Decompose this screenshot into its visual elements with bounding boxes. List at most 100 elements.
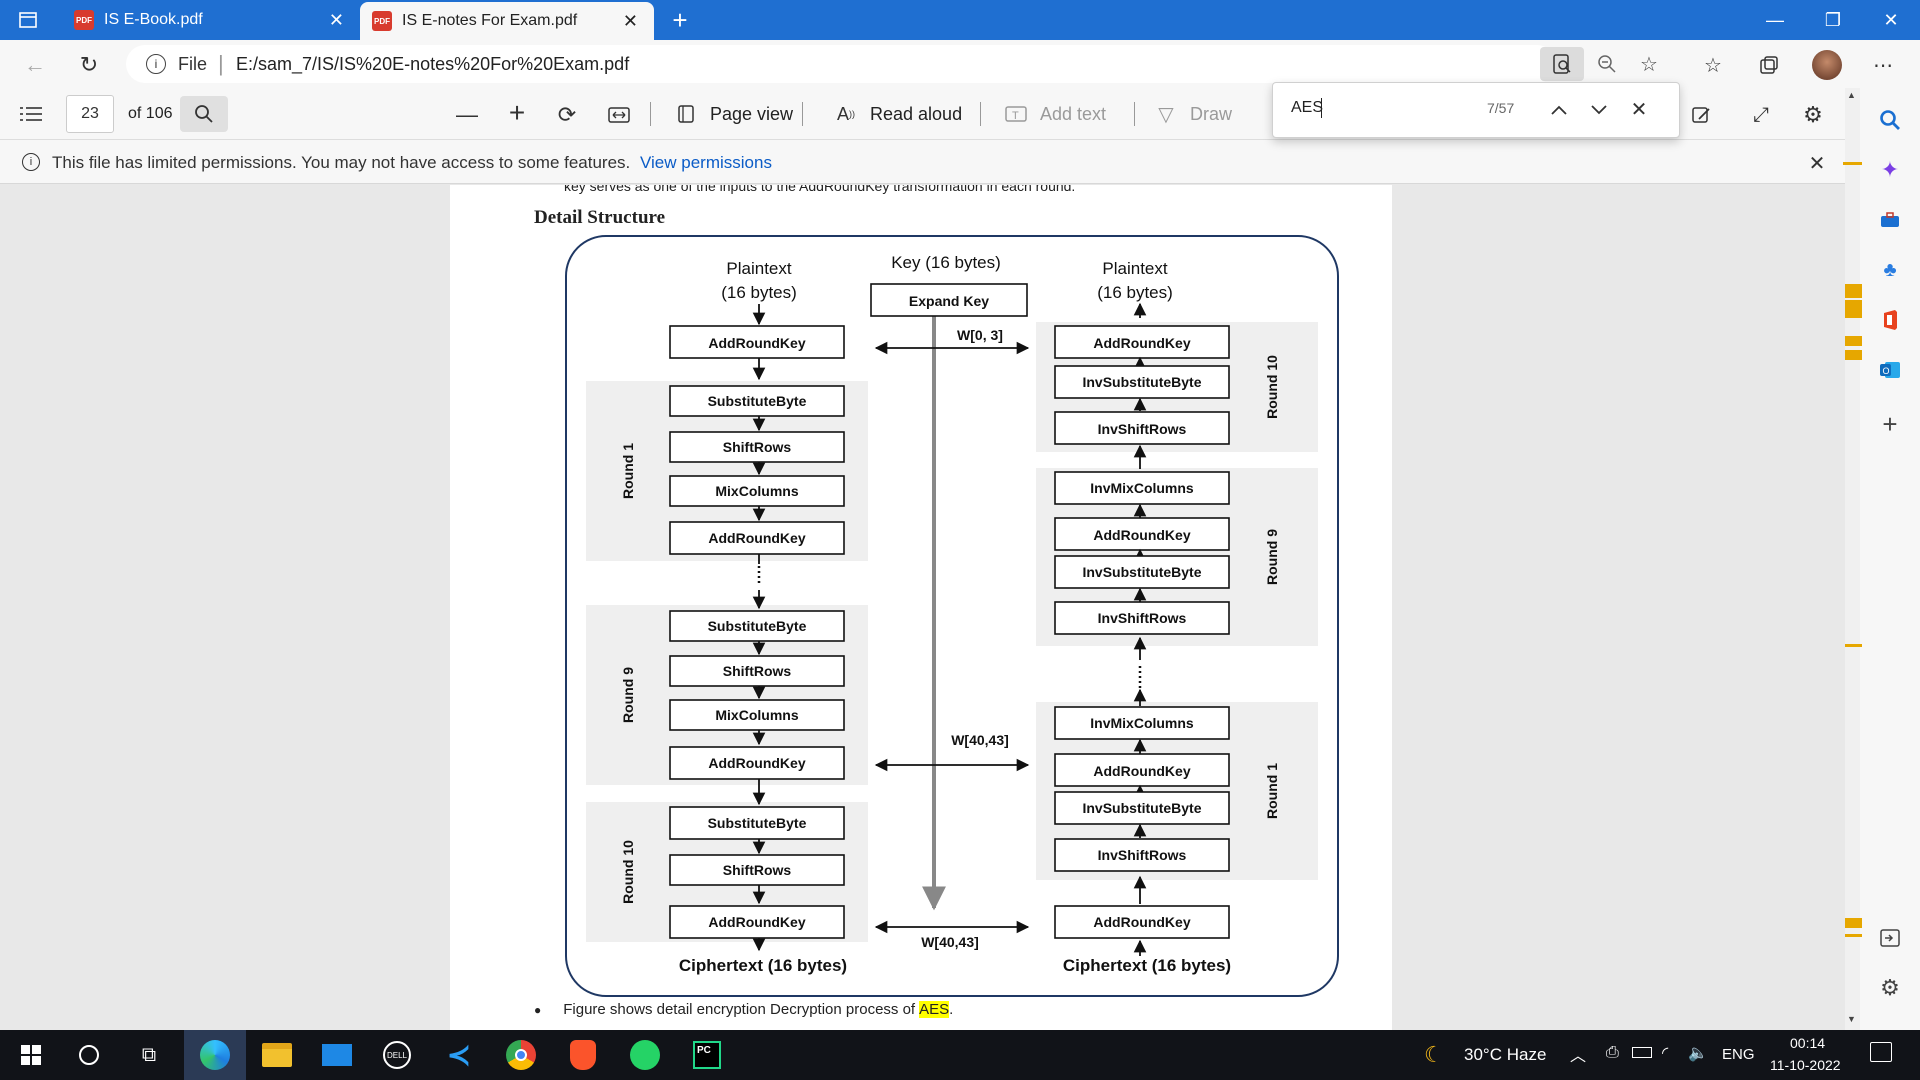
battery-icon[interactable] [1632,1047,1652,1058]
find-in-page-icon[interactable] [1540,47,1584,81]
outlook-icon[interactable]: O [1874,354,1906,386]
brave-icon[interactable] [552,1030,614,1080]
zoom-in-icon[interactable]: + [502,97,532,128]
language-indicator[interactable]: ENG [1722,1046,1755,1063]
office-icon[interactable] [1874,304,1906,336]
dec-r10-step-label: InvShiftRows [1098,421,1187,437]
tab-strip: PDF IS E-Book.pdf ✕ PDF IS E-notes For E… [0,0,1920,40]
enc-r10-step-label: SubstituteByte [708,815,807,831]
hide-sidebar-icon[interactable] [1874,922,1906,954]
page-number-value: 23 [81,105,99,122]
read-aloud-button[interactable]: Read aloud [870,104,962,125]
page-number-input[interactable]: 23 [66,95,114,133]
text-cursor [1321,98,1322,118]
volume-icon[interactable]: 🔈 [1688,1043,1708,1063]
close-tab-icon[interactable]: ✕ [623,11,638,32]
dec-r9-step-label: InvSubstituteByte [1082,564,1201,580]
tab-actions-icon[interactable] [14,8,42,32]
read-aloud-icon[interactable]: A)) [832,100,860,128]
enc-round1-label: Round 1 [620,443,636,499]
enc-round10-label: Round 10 [620,840,636,904]
dec-output-label: Ciphertext (16 bytes) [1063,956,1231,975]
back-icon[interactable]: ← [20,50,50,80]
w-bottom-label: W[40,43] [921,934,979,950]
tab-is-ebook[interactable]: PDF IS E-Book.pdf ✕ [60,0,360,40]
pycharm-icon[interactable]: PC [676,1030,738,1080]
add-text-icon: T [1002,100,1030,128]
network-icon[interactable]: ⎙ [1606,1044,1619,1062]
rotate-icon[interactable]: ⟳ [552,100,582,130]
dec-r10-step-label: AddRoundKey [1093,335,1190,351]
fit-width-icon[interactable] [604,100,634,130]
bullet-line: ● Figure shows detail encryption Decrypt… [534,1001,953,1018]
notifications-icon[interactable] [1870,1042,1892,1062]
search-icon[interactable] [180,96,228,132]
dec-r1-step-label: InvSubstituteByte [1082,800,1201,816]
wifi-icon[interactable]: ◜ [1662,1043,1668,1063]
page-view-button[interactable]: Page view [710,104,793,125]
aes-structure-diagram: Plaintext (16 bytes) Key (16 bytes) Expa… [565,235,1339,997]
settings-icon[interactable]: ⚙ [1874,972,1906,1004]
dec-r1-step-label: InvShiftRows [1098,847,1187,863]
new-tab-icon[interactable]: + [664,5,696,35]
svg-text:T: T [1012,110,1019,122]
clock-date[interactable]: 11-10-2022 [1770,1057,1841,1073]
add-favorite-icon[interactable]: ☆ [1632,49,1666,79]
chrome-icon[interactable] [490,1030,552,1080]
enc-r9-step-label: SubstituteByte [708,618,807,634]
enc-input-label: Plaintext [726,259,791,278]
scrollbar[interactable]: ▲ ▼ [1845,88,1860,1030]
scroll-up-icon[interactable]: ▲ [1847,90,1856,100]
search-circle-icon[interactable] [58,1030,120,1080]
start-icon[interactable] [0,1030,62,1080]
chevron-up-icon[interactable]: ︿ [1570,1042,1586,1066]
zoom-out-icon[interactable]: — [452,100,482,130]
weather-icon: ☾ [1424,1042,1444,1067]
task-view-icon[interactable]: ⧉ [118,1030,180,1080]
add-icon[interactable]: + [1874,408,1906,440]
minimize-icon[interactable]: — [1752,0,1798,40]
collections-icon[interactable] [1752,50,1786,80]
refresh-icon[interactable]: ↻ [74,50,104,80]
settings-icon[interactable]: ⚙ [1798,100,1828,130]
search-icon[interactable] [1874,104,1906,136]
more-icon[interactable]: ⋯ [1868,50,1898,80]
favorites-icon[interactable]: ☆ [1696,50,1730,80]
find-close-icon[interactable]: ✕ [1625,95,1653,123]
find-input[interactable]: AES [1291,99,1323,117]
view-permissions-link[interactable]: View permissions [640,153,772,173]
whatsapp-icon[interactable] [614,1030,676,1080]
find-previous-icon[interactable] [1545,97,1573,123]
games-icon[interactable]: ♣ [1874,254,1906,286]
url-field[interactable]: i File | E:/sam_7/IS/IS%20E-notes%20For%… [126,45,1658,83]
w-top-label: W[0, 3] [957,327,1003,343]
fullscreen-icon[interactable]: ⤢ [1746,100,1776,130]
close-window-icon[interactable]: ✕ [1868,0,1914,40]
scroll-down-icon[interactable]: ▼ [1847,1014,1856,1024]
key-label: Key (16 bytes) [891,253,1001,272]
clock-time[interactable]: 00:14 [1790,1035,1825,1051]
save-as-icon[interactable] [1686,100,1716,130]
dec-r10-step-label: InvSubstituteByte [1082,374,1201,390]
enc-r1-step-label: ShiftRows [723,439,792,455]
find-next-icon[interactable] [1585,97,1613,123]
avatar[interactable] [1812,50,1842,80]
close-icon[interactable]: ✕ [1804,150,1830,176]
close-tab-icon[interactable]: ✕ [329,10,344,31]
permissions-message: This file has limited permissions. You m… [52,153,631,172]
mail-icon[interactable] [306,1030,368,1080]
tab-is-enotes[interactable]: PDF IS E-notes For Exam.pdf ✕ [360,2,654,40]
search-hit-marker [1843,350,1862,360]
restore-icon[interactable]: ❐ [1810,0,1856,40]
tools-icon[interactable] [1874,204,1906,236]
contents-icon[interactable] [14,100,48,128]
file-explorer-icon[interactable] [246,1030,308,1080]
vscode-icon[interactable]: ≺ [428,1030,490,1080]
zoom-out-icon[interactable] [1590,49,1624,79]
copilot-icon[interactable]: ✦ [1874,154,1906,186]
page-view-icon[interactable] [672,100,700,128]
edge-icon[interactable] [184,1030,246,1080]
search-hit-marker [1843,336,1862,346]
dell-icon[interactable]: DELL [366,1030,428,1080]
weather-text[interactable]: 30°C Haze [1464,1045,1546,1065]
